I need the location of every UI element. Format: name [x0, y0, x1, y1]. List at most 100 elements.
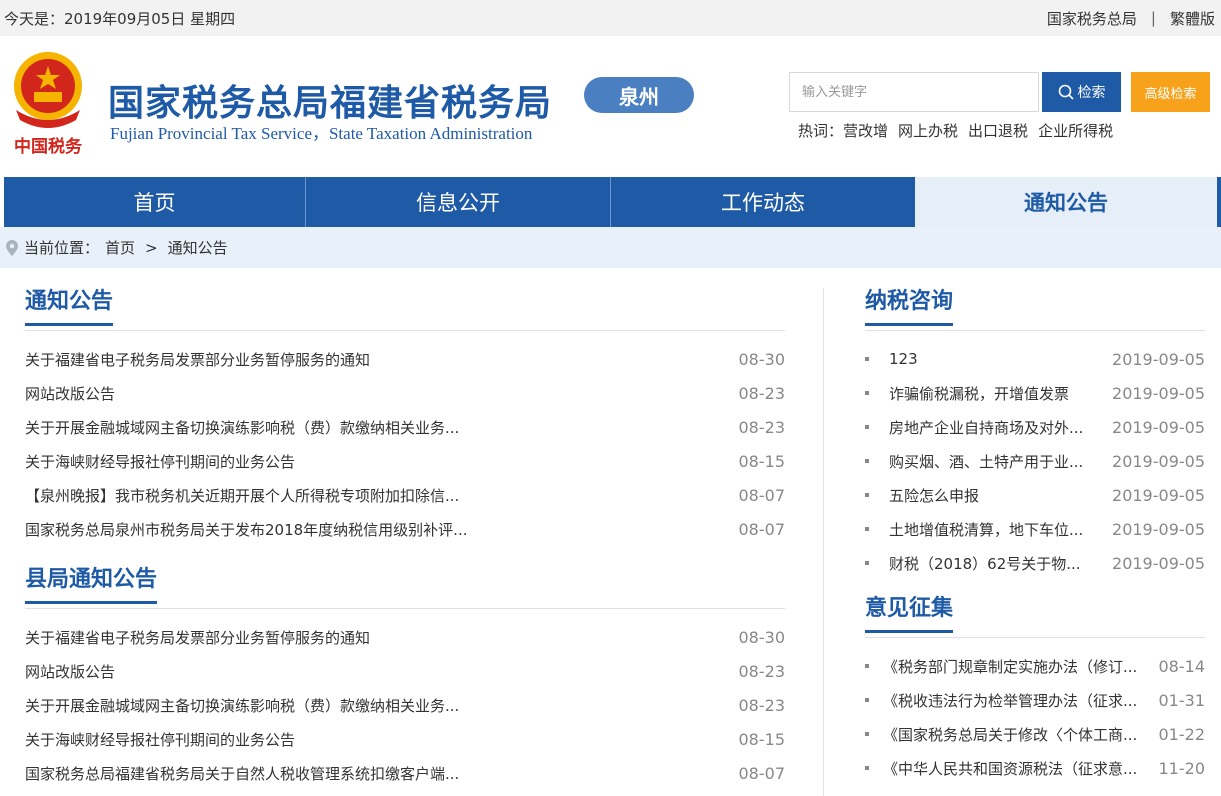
item-title[interactable]: 房地产企业自持商场及对外...: [889, 417, 1112, 438]
item-title[interactable]: 《税务部门规章制定实施办法（修订...: [883, 656, 1159, 677]
site-header: 中国税务 国家税务总局福建省税务局 Fujian Provincial Tax …: [0, 36, 1221, 177]
list-item[interactable]: 土地增值税清算，地下车位... 2019-09-05: [865, 512, 1205, 546]
bullet-icon: [865, 527, 869, 531]
county-notices-title[interactable]: 县局通知公告: [25, 567, 158, 605]
list-item[interactable]: 《税务部门规章制定实施办法（修订... 08-14: [865, 649, 1205, 683]
hotwords-label: 热词：: [798, 122, 844, 140]
list-item[interactable]: 【泉州晚报】我市税务机关近期开展个人所得税专项附加扣除信... 08-07: [25, 478, 785, 512]
item-title[interactable]: 123: [889, 350, 1112, 368]
item-date: 08-07: [738, 519, 786, 539]
item-title[interactable]: 购买烟、酒、土特产用于业...: [889, 451, 1112, 472]
item-title[interactable]: 财税（2018）62号关于物...: [889, 553, 1112, 574]
opinions-list: 《税务部门规章制定实施办法（修订... 08-14 《税收违法行为检举管理办法（征…: [865, 638, 1205, 785]
opinions-header: 意见征集: [865, 575, 1205, 638]
hotword-item[interactable]: 企业所得税: [1038, 120, 1113, 141]
item-title[interactable]: 《税收违法行为检举管理办法（征求...: [883, 690, 1159, 711]
bullet-icon: [865, 732, 869, 736]
item-title[interactable]: 关于开展金融城域网主备切换演练影响税（费）款缴纳相关业务...: [25, 417, 459, 438]
nav-notices[interactable]: 通知公告: [915, 177, 1217, 227]
notices-title[interactable]: 通知公告: [25, 289, 114, 327]
list-item[interactable]: 123 2019-09-05: [865, 342, 1205, 376]
bullet-icon: [865, 493, 869, 497]
consult-list: 123 2019-09-05 诈骗偷税漏税，开增值发票 2019-09-05 房地产…: [865, 331, 1205, 580]
opinions-title[interactable]: 意见征集: [865, 596, 954, 634]
hotword-item[interactable]: 出口退税: [968, 120, 1028, 141]
list-item[interactable]: 《税收违法行为检举管理办法（征求... 01-31: [865, 683, 1205, 717]
breadcrumb: 当前位置： 首页 > 通知公告: [0, 227, 1221, 268]
item-title[interactable]: 关于海峡财经导报社停刊期间的业务公告: [25, 451, 295, 472]
nav-home[interactable]: 首页: [0, 177, 305, 227]
list-item[interactable]: 关于福建省电子税务局发票部分业务暂停服务的通知 08-30: [25, 342, 785, 376]
list-item[interactable]: 关于海峡财经导报社停刊期间的业务公告 08-15: [25, 444, 785, 478]
list-item[interactable]: 国家税务总局福建省税务局关于自然人税收管理系统扣缴客户端... 08-07: [25, 756, 785, 790]
item-date: 08-14: [1158, 656, 1206, 676]
hotword-item[interactable]: 营改增: [843, 120, 888, 141]
search-button-label: 检索: [1077, 85, 1106, 101]
link-traditional[interactable]: 繁體版: [1170, 8, 1215, 29]
item-date: 2019-09-05: [1112, 349, 1205, 369]
item-title[interactable]: 关于海峡财经导报社停刊期间的业务公告: [25, 729, 295, 750]
item-date: 08-23: [738, 383, 786, 403]
item-title[interactable]: 关于福建省电子税务局发票部分业务暂停服务的通知: [25, 349, 370, 370]
breadcrumb-home[interactable]: 首页: [105, 237, 135, 258]
item-title[interactable]: 【泉州晚报】我市税务机关近期开展个人所得税专项附加扣除信...: [25, 485, 459, 506]
city-badge[interactable]: 泉州: [584, 77, 694, 113]
list-item[interactable]: 关于海峡财经导报社停刊期间的业务公告 08-15: [25, 722, 785, 756]
list-item[interactable]: 《国家税务总局关于修改〈个体工商... 01-22: [865, 717, 1205, 751]
item-title[interactable]: 国家税务总局泉州市税务局关于发布2018年度纳税信用级别补评...: [25, 519, 467, 540]
search-button[interactable]: 检索: [1042, 72, 1121, 112]
item-date: 11-20: [1158, 758, 1206, 778]
top-separator: |: [1150, 9, 1156, 27]
top-bar: 今天是：2019年09月05日 星期四 国家税务总局 | 繁體版: [0, 0, 1221, 36]
item-title[interactable]: 诈骗偷税漏税，开增值发票: [889, 383, 1112, 404]
main-nav: 首页 信息公开 工作动态 通知公告: [0, 177, 1221, 227]
item-title[interactable]: 国家税务总局福建省税务局关于自然人税收管理系统扣缴客户端...: [25, 763, 459, 784]
item-date: 08-07: [738, 485, 786, 505]
column-divider: [823, 288, 824, 796]
list-item[interactable]: 关于开展金融城域网主备切换演练影响税（费）款缴纳相关业务... 08-23: [25, 410, 785, 444]
link-sta[interactable]: 国家税务总局: [1047, 8, 1137, 29]
nav-work-news[interactable]: 工作动态: [610, 177, 915, 227]
list-item[interactable]: 网站改版公告 08-23: [25, 654, 785, 688]
list-item[interactable]: 关于开展金融城域网主备切换演练影响税（费）款缴纳相关业务... 08-23: [25, 688, 785, 722]
item-title[interactable]: 网站改版公告: [25, 383, 115, 404]
item-date: 08-15: [738, 451, 786, 471]
bullet-icon: [865, 459, 869, 463]
item-title[interactable]: 土地增值税清算，地下车位...: [889, 519, 1112, 540]
item-date: 01-22: [1158, 724, 1206, 744]
item-date: 08-23: [738, 695, 786, 715]
nav-info-disclosure[interactable]: 信息公开: [305, 177, 610, 227]
bullet-icon: [865, 698, 869, 702]
item-title[interactable]: 网站改版公告: [25, 661, 115, 682]
bullet-icon: [865, 357, 869, 361]
item-date: 08-23: [738, 661, 786, 681]
list-item[interactable]: 国家税务总局泉州市税务局关于发布2018年度纳税信用级别补评... 08-07: [25, 512, 785, 546]
item-title[interactable]: 关于福建省电子税务局发票部分业务暂停服务的通知: [25, 627, 370, 648]
item-title[interactable]: 《中华人民共和国资源税法（征求意...: [883, 758, 1159, 779]
list-item[interactable]: 网站改版公告 08-23: [25, 376, 785, 410]
county-notices-list: 关于福建省电子税务局发票部分业务暂停服务的通知 08-30 网站改版公告 08-23…: [25, 609, 785, 790]
item-date: 2019-09-05: [1112, 417, 1205, 437]
item-title[interactable]: 关于开展金融城域网主备切换演练影响税（费）款缴纳相关业务...: [25, 695, 459, 716]
right-column: 纳税咨询 123 2019-09-05 诈骗偷税漏税，开增值发票 2019-09-0…: [865, 268, 1205, 785]
breadcrumb-separator: >: [145, 238, 158, 257]
list-item[interactable]: 诈骗偷税漏税，开增值发票 2019-09-05: [865, 376, 1205, 410]
list-item[interactable]: 五险怎么申报 2019-09-05: [865, 478, 1205, 512]
hotword-item[interactable]: 网上办税: [898, 120, 958, 141]
list-item[interactable]: 关于福建省电子税务局发票部分业务暂停服务的通知 08-30: [25, 620, 785, 654]
national-emblem-icon: 中国税务: [14, 52, 83, 157]
item-title[interactable]: 《国家税务总局关于修改〈个体工商...: [883, 724, 1159, 745]
search-icon: [1058, 84, 1074, 100]
breadcrumb-prefix: 当前位置：: [24, 239, 100, 257]
list-item[interactable]: 房地产企业自持商场及对外... 2019-09-05: [865, 410, 1205, 444]
list-item[interactable]: 购买烟、酒、土特产用于业... 2019-09-05: [865, 444, 1205, 478]
list-item[interactable]: 《中华人民共和国资源税法（征求意... 11-20: [865, 751, 1205, 785]
main-content: 通知公告 关于福建省电子税务局发票部分业务暂停服务的通知 08-30 网站改版公告…: [5, 268, 1221, 796]
consult-header: 纳税咨询: [865, 268, 1205, 331]
hotwords: 热词： 营改增 网上办税 出口退税 企业所得税: [798, 120, 1113, 141]
item-date: 01-31: [1158, 690, 1206, 710]
item-title[interactable]: 五险怎么申报: [889, 485, 1112, 506]
advanced-search-button[interactable]: 高级检索: [1131, 72, 1210, 112]
consult-title[interactable]: 纳税咨询: [865, 289, 954, 327]
search-input[interactable]: [789, 72, 1039, 112]
